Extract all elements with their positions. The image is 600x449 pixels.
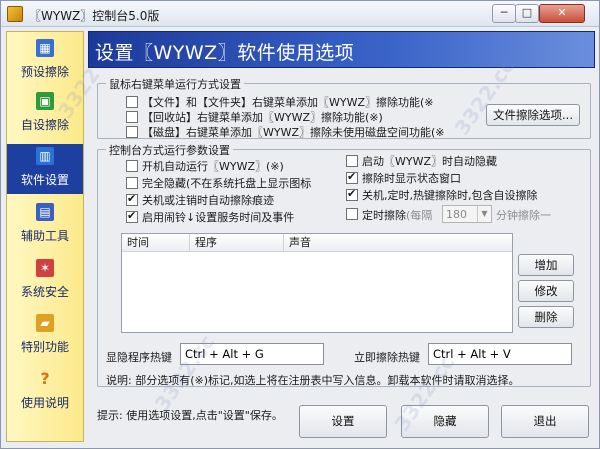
sidebar-item-label: 特别功能 xyxy=(20,340,69,354)
minimize-button[interactable]: ─ xyxy=(492,4,516,23)
maximize-button[interactable]: □ xyxy=(515,4,539,23)
title-bar[interactable]: 〖WYWZ〗控制台5.0版 ─ □ ✕ xyxy=(1,1,599,27)
status-window-label: 擦除时显示状态窗口 xyxy=(362,172,461,185)
fully-hide-checkbox[interactable] xyxy=(126,177,138,189)
sidebar-item-label: 预设擦除 xyxy=(20,65,69,79)
timed-erase-unit-label: 分钟擦除一 xyxy=(496,209,551,222)
context-menu-group-title: 鼠标右键菜单运行方式设置 xyxy=(106,76,244,92)
include-custom-checkbox[interactable] xyxy=(346,187,358,201)
context-option-file-checkbox[interactable] xyxy=(126,96,138,108)
context-option-recycle-label: 【回收站】右键菜单添加〖WYWZ〗擦除功能(※) xyxy=(142,111,383,124)
context-option-recycle-checkbox[interactable] xyxy=(126,111,138,123)
sidebar: ▦ 预设擦除 ▣ 自设擦除 ▥ 软件设置 ▤ 辅助工具 ✶ 系统安全 ▰ 特别功能? 使用说明 xyxy=(6,31,84,442)
alarm-label: 启用闹铃↓设置服务时间及事件 xyxy=(142,211,295,224)
sidebar-item-1[interactable]: ▣ 自设擦除 xyxy=(7,89,83,139)
sidebar-item-5[interactable]: ▰ 特别功能 xyxy=(7,311,83,361)
status-window-checkbox[interactable] xyxy=(346,170,358,184)
tools-icon: ▤ xyxy=(36,203,54,221)
timed-erase-interval-value: 180 xyxy=(446,208,467,221)
edit-button[interactable]: 修改 xyxy=(518,280,574,302)
shutdown-erase-checkbox[interactable] xyxy=(126,192,138,206)
security-icon: ✶ xyxy=(36,259,54,277)
alarm-table[interactable]: 时间 程序 声音 xyxy=(121,233,513,333)
fully-hide-label: 完全隐藏(不在系统托盘上显示图标 xyxy=(142,177,312,190)
erase-now-hotkey-label: 立即擦除热键 xyxy=(354,351,420,364)
sidebar-item-label: 软件设置 xyxy=(20,173,69,187)
exit-button[interactable]: 退出 xyxy=(501,405,589,438)
timed-erase-interval-select[interactable]: 180 ▼ xyxy=(442,205,492,223)
page-title: 设置〖WYWZ〗软件使用选项 xyxy=(95,42,355,64)
show-hide-hotkey-field[interactable]: Ctrl + Alt + G xyxy=(180,343,324,365)
chevron-down-icon: ▼ xyxy=(477,206,491,222)
sidebar-item-3[interactable]: ▤ 辅助工具 xyxy=(7,200,83,250)
console-group-title: 控制台方式运行参数设置 xyxy=(106,142,233,158)
sidebar-item-6[interactable]: ? 使用说明 xyxy=(7,367,83,417)
auto-hide-checkbox[interactable] xyxy=(346,155,358,167)
sidebar-item-0[interactable]: ▦ 预设擦除 xyxy=(7,36,83,86)
timed-erase-every-label: (每隔 xyxy=(406,209,433,222)
context-option-disk-label: 【磁盘】右键菜单添加〖WYWZ〗擦除未使用磁盘空间功能(※ xyxy=(142,126,445,139)
file-erase-options-button[interactable]: 文件擦除选项... xyxy=(486,104,580,126)
autostart-label: 开机自动运行〖WYWZ〗(※) xyxy=(142,160,284,173)
footer-hint: 提示: 使用选项设置,点击"设置"保存。 xyxy=(97,409,283,422)
shutdown-erase-label: 关机或注销时自动擦除痕迹 xyxy=(142,194,274,207)
sidebar-item-label: 自设擦除 xyxy=(20,118,69,132)
sidebar-item-4[interactable]: ✶ 系统安全 xyxy=(7,256,83,306)
preset-erase-icon: ▦ xyxy=(36,39,54,57)
timed-erase-checkbox[interactable] xyxy=(346,208,358,220)
special-icon: ▰ xyxy=(36,314,54,332)
app-logo-icon xyxy=(7,6,23,22)
note-text: 说明: 部分选项有(※)标记,如选上将在注册表中写入信息。卸载本软件时请取消选择… xyxy=(106,374,520,387)
custom-erase-icon: ▣ xyxy=(36,92,54,110)
autostart-checkbox[interactable] xyxy=(126,160,138,172)
context-option-file-label: 【文件】和【文件夹】右键菜单添加〖WYWZ〗擦除功能(※ xyxy=(142,96,434,109)
timed-erase-label: 定时擦除 xyxy=(362,209,406,222)
close-button[interactable]: ✕ xyxy=(539,4,585,23)
table-header-sound[interactable]: 声音 xyxy=(284,234,512,252)
sidebar-item-label: 使用说明 xyxy=(20,396,69,410)
table-header-program[interactable]: 程序 xyxy=(190,234,284,252)
alarm-checkbox[interactable] xyxy=(126,209,138,223)
settings-button[interactable]: 设置 xyxy=(299,405,387,438)
erase-now-hotkey-field[interactable]: Ctrl + Alt + V xyxy=(428,343,572,365)
show-hide-hotkey-label: 显隐程序热键 xyxy=(106,351,172,364)
table-header-time[interactable]: 时间 xyxy=(122,234,190,252)
software-settings-icon: ▥ xyxy=(36,147,54,165)
app-window: 〖WYWZ〗控制台5.0版 ─ □ ✕ ▦ 预设擦除 ▣ 自设擦除 ▥ 软件设置 ▤ 辅助工具… xyxy=(0,0,600,449)
sidebar-item-label: 辅助工具 xyxy=(20,229,69,243)
window-title: 〖WYWZ〗控制台5.0版 xyxy=(29,9,160,23)
add-button[interactable]: 增加 xyxy=(518,254,574,276)
context-menu-group: 鼠标右键菜单运行方式设置 【文件】和【文件夹】右键菜单添加〖WYWZ〗擦除功能(… xyxy=(97,76,591,139)
include-custom-label: 关机,定时,热键擦除时,包含自设擦除 xyxy=(362,189,538,202)
delete-button[interactable]: 删除 xyxy=(518,306,574,328)
sidebar-item-label: 系统安全 xyxy=(20,285,69,299)
sidebar-item-2[interactable]: ▥ 软件设置 xyxy=(7,144,83,194)
help-icon: ? xyxy=(40,369,50,388)
page-header: 设置〖WYWZ〗软件使用选项 xyxy=(88,31,595,68)
auto-hide-label: 启动〖WYWZ〗时自动隐藏 xyxy=(362,155,498,168)
context-option-disk-checkbox[interactable] xyxy=(126,126,138,138)
hide-button[interactable]: 隐藏 xyxy=(401,405,489,438)
